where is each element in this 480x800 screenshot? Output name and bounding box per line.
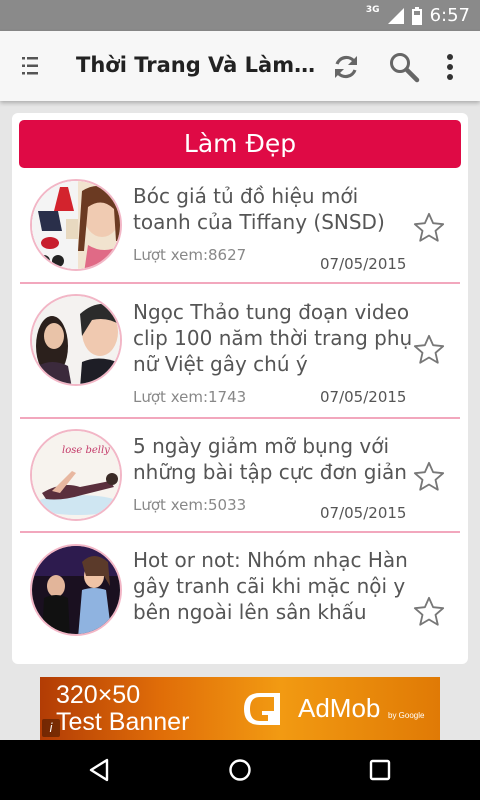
divider	[20, 531, 460, 533]
article-title: 5 ngày giảm mỡ bụng với những bài tập cự…	[133, 434, 407, 484]
favorite-star-icon[interactable]	[412, 211, 446, 245]
article-title: Bóc giá tủ đồ hiệu mới toanh của Tiffany…	[133, 184, 385, 234]
divider	[20, 282, 460, 284]
list-item[interactable]: Bóc giá tủ đồ hiệu mới toanh của Tiffany…	[12, 175, 468, 285]
app-title: Thời Trang Và Làm Đẹp	[76, 53, 321, 77]
article-card: Làm Đẹp Bóc giá tủ đồ hiệu mới toanh của…	[12, 113, 468, 664]
article-date: 07/05/2015	[320, 388, 407, 406]
recents-icon[interactable]	[367, 757, 393, 783]
thumbnail-caption: lose belly	[62, 445, 110, 456]
article-views: Lượt xem:1743	[133, 388, 247, 406]
ad-banner[interactable]: 320×50 Test Banner AdMob by Google i	[40, 677, 440, 740]
network-type: 3G	[365, 4, 380, 15]
divider	[20, 417, 460, 419]
article-title: Ngọc Thảo tung đoạn video clip 100 năm t…	[133, 300, 413, 376]
favorite-star-icon[interactable]	[412, 333, 446, 367]
article-views: Lượt xem:8627	[133, 246, 247, 264]
status-bar: 3G 6:57	[0, 0, 480, 31]
article-title: Hot or not: Nhóm nhạc Hàn gây tranh cãi …	[133, 548, 408, 624]
ad-by-google: by Google	[388, 711, 425, 720]
refresh-icon[interactable]	[330, 51, 362, 83]
article-thumbnail	[30, 294, 122, 386]
overflow-menu-icon[interactable]	[440, 53, 460, 81]
category-header[interactable]: Làm Đẹp	[19, 120, 461, 168]
list-item[interactable]: Hot or not: Nhóm nhạc Hàn gây tranh cãi …	[12, 537, 468, 657]
article-views: Lượt xem:5033	[133, 496, 247, 514]
ad-type-text: Test Banner	[56, 708, 190, 736]
article-thumbnail: lose belly	[30, 429, 122, 521]
navigation-bar	[0, 740, 480, 800]
home-icon[interactable]	[227, 757, 253, 783]
admob-logo-icon	[244, 693, 280, 725]
app-bar: Thời Trang Và Làm Đẹp	[0, 31, 480, 101]
status-icons: 3G 6:57	[365, 4, 470, 27]
battery-icon	[411, 6, 422, 25]
list-item[interactable]: lose belly 5 ngày giảm mỡ bụng với những…	[12, 423, 468, 533]
favorite-star-icon[interactable]	[412, 595, 446, 629]
favorite-star-icon[interactable]	[412, 460, 446, 494]
signal-icon	[387, 7, 404, 24]
ad-brand: AdMob	[298, 693, 381, 723]
back-icon[interactable]	[87, 757, 113, 783]
ad-size-text: 320×50	[56, 681, 141, 709]
list-item[interactable]: Ngọc Thảo tung đoạn video clip 100 năm t…	[12, 289, 468, 419]
article-thumbnail	[30, 179, 122, 271]
ad-info-icon[interactable]: i	[42, 719, 60, 737]
clock: 6:57	[429, 5, 470, 26]
search-icon[interactable]	[388, 51, 420, 83]
article-date: 07/05/2015	[320, 255, 407, 273]
article-thumbnail	[30, 544, 122, 636]
article-date: 07/05/2015	[320, 504, 407, 522]
menu-icon[interactable]	[22, 57, 38, 75]
